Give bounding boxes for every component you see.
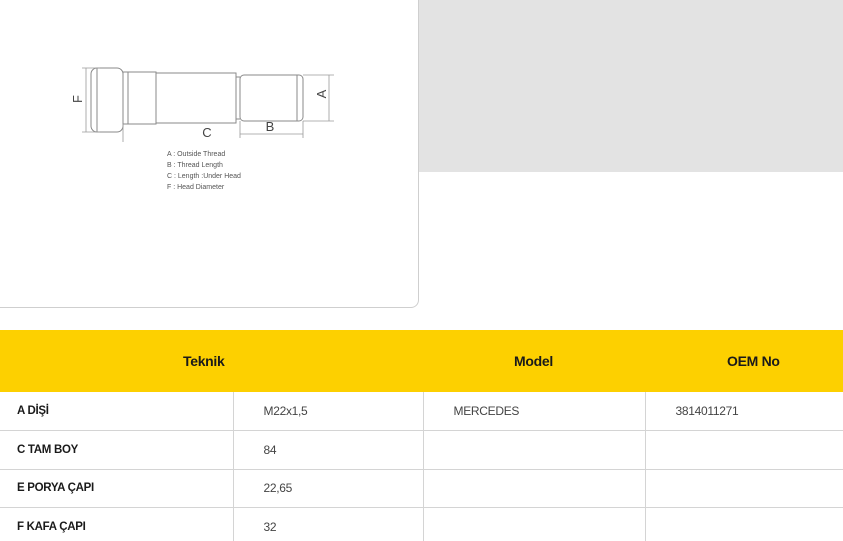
row-value: 84 bbox=[233, 430, 424, 470]
bolt-thread-shape bbox=[239, 74, 304, 122]
row-label: F KAFA ÇAPI bbox=[0, 507, 234, 541]
spec-table-header: Teknik Model OEM No bbox=[0, 330, 843, 392]
table-row: A DİŞİ M22x1,5 MERCEDES 3814011271 bbox=[0, 392, 843, 431]
row-oem bbox=[645, 507, 843, 541]
row-model: MERCEDES bbox=[423, 392, 646, 431]
row-oem bbox=[645, 469, 843, 508]
spec-table: Teknik Model OEM No A DİŞİ M22x1,5 MERCE… bbox=[0, 330, 843, 541]
row-label: E PORYA ÇAPI bbox=[0, 469, 234, 508]
row-value: M22x1,5 bbox=[233, 392, 424, 431]
row-value: 32 bbox=[233, 507, 424, 541]
row-label: C TAM BOY bbox=[0, 430, 234, 470]
dimension-label-f: F bbox=[70, 95, 85, 103]
header-technical: Teknik bbox=[183, 353, 225, 369]
row-label: A DİŞİ bbox=[0, 392, 234, 431]
row-oem bbox=[645, 430, 843, 470]
legend-item: F : Head Diameter bbox=[167, 184, 225, 191]
row-value: 22,65 bbox=[233, 469, 424, 508]
dimension-label-b: B bbox=[266, 119, 275, 134]
table-row: F KAFA ÇAPI 32 bbox=[0, 507, 843, 541]
legend-item: A : Outside Thread bbox=[167, 151, 226, 158]
table-row: E PORYA ÇAPI 22,65 bbox=[0, 469, 843, 508]
legend-item: B : Thread Length bbox=[167, 162, 223, 169]
row-model bbox=[423, 507, 646, 541]
image-placeholder-panel bbox=[419, 0, 843, 172]
dimension-label-c: C bbox=[202, 125, 211, 140]
bolt-shank-shape bbox=[155, 72, 237, 124]
header-oem: OEM No bbox=[727, 353, 780, 369]
dimension-label-a: A bbox=[314, 89, 329, 98]
legend-item: C : Length :Under Head bbox=[167, 173, 241, 180]
diagram-legend: A : Outside Thread B : Thread Length C :… bbox=[167, 149, 241, 193]
bolt-head-shape bbox=[90, 67, 124, 133]
table-row: C TAM BOY 84 bbox=[0, 430, 843, 470]
row-oem: 3814011271 bbox=[645, 392, 843, 431]
row-model bbox=[423, 469, 646, 508]
header-model: Model bbox=[514, 353, 553, 369]
row-model bbox=[423, 430, 646, 470]
